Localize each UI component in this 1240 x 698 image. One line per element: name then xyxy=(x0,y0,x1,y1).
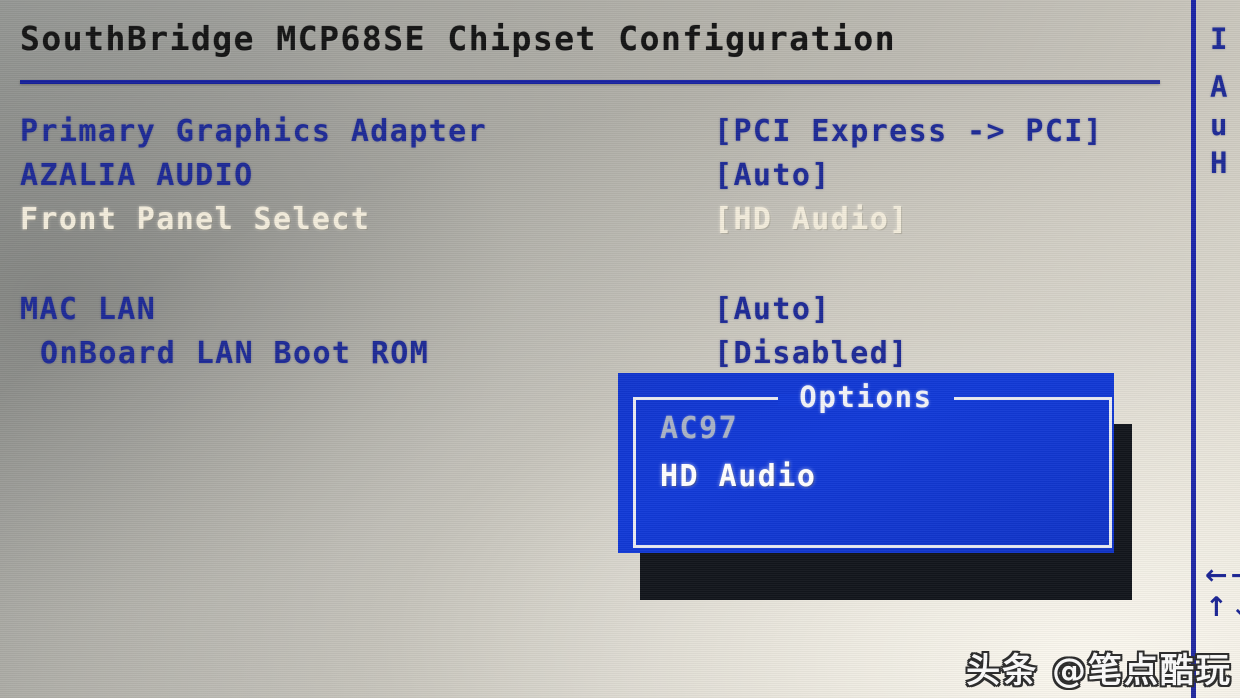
setting-label: AZALIA AUDIO xyxy=(20,158,254,193)
help-pane-divider xyxy=(1191,0,1196,698)
watermark: 头条 @笔点酷玩 xyxy=(966,651,1232,691)
title-divider xyxy=(20,80,1160,84)
setting-value[interactable]: [HD Audio] xyxy=(714,202,909,237)
bios-setup-screen: SouthBridge MCP68SE Chipset Configuratio… xyxy=(0,0,1240,698)
setting-value[interactable]: [Auto] xyxy=(714,292,831,327)
options-dialog[interactable]: Options AC97 HD Audio xyxy=(618,373,1114,553)
help-text-clipped: I xyxy=(1210,22,1229,56)
setting-label: Primary Graphics Adapter xyxy=(20,114,488,149)
setting-label: Front Panel Select xyxy=(20,202,371,237)
options-dialog-title: Options xyxy=(618,380,1114,414)
setting-value[interactable]: [Auto] xyxy=(714,158,831,193)
options-item[interactable]: HD Audio xyxy=(660,459,817,494)
setting-value[interactable]: [PCI Express -> PCI] xyxy=(714,114,1103,149)
up-down-arrows-icon: ↑↓ xyxy=(1205,592,1240,623)
left-right-arrows-icon: ←→ xyxy=(1205,560,1240,591)
page-title: SouthBridge MCP68SE Chipset Configuratio… xyxy=(20,19,897,58)
setting-value[interactable]: [Disabled] xyxy=(714,336,909,371)
help-text-clipped: H xyxy=(1210,146,1229,180)
options-item[interactable]: AC97 xyxy=(660,411,738,446)
setting-label: OnBoard LAN Boot ROM xyxy=(40,336,430,371)
setting-label: MAC LAN xyxy=(20,292,157,327)
help-text-clipped: u xyxy=(1210,108,1229,142)
help-text-clipped: A xyxy=(1210,70,1229,104)
